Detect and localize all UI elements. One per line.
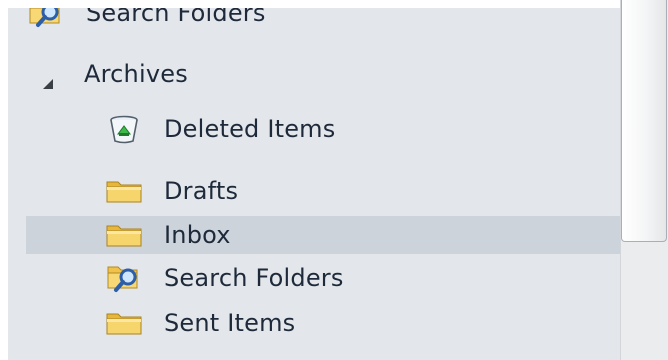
folder-item-label: Search Folders [164,264,344,292]
folder-group-label: Archives [84,60,188,88]
folder-item-label: Deleted Items [164,115,336,143]
folder-item-inbox[interactable]: Inbox [26,216,620,254]
vertical-scrollbar[interactable] [620,0,668,360]
folder-item-drafts[interactable]: Drafts [104,172,620,210]
folder-item-search-folders-top[interactable]: Search Folders [26,8,620,32]
folder-item-label: Sent Items [164,309,296,337]
folder-item-label: Drafts [164,177,239,205]
folder-item-sent-items[interactable]: Sent Items [104,304,620,342]
expanded-triangle-icon[interactable] [42,68,54,89]
folder-icon [104,220,144,250]
recycle-bin-icon [104,114,144,144]
folder-icon [104,176,144,206]
folder-pane: Search Folders Archives Deleted Items Dr… [8,8,620,360]
folder-item-search-folders[interactable]: Search Folders [104,259,620,297]
folder-item-label: Search Folders [86,8,266,27]
scrollbar-thumb[interactable] [621,0,667,242]
folder-item-deleted-items[interactable]: Deleted Items [104,110,620,148]
folder-icon [104,308,144,338]
folder-item-label: Inbox [164,221,231,249]
folder-group-archives[interactable]: Archives [8,56,620,92]
search-folder-icon [26,8,66,28]
search-folder-icon [104,263,144,293]
